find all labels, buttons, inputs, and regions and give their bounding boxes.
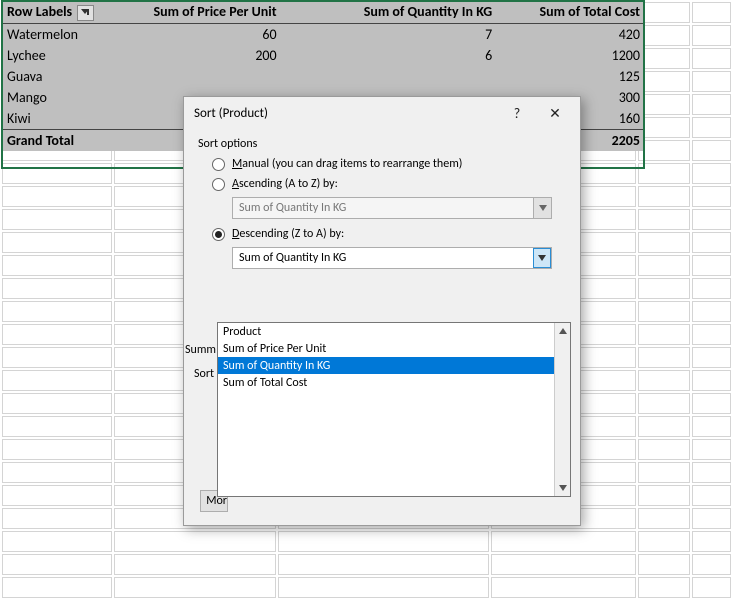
header-total[interactable]: Sum of Total Cost <box>496 1 644 23</box>
sort-label-truncated: Sort <box>194 367 214 381</box>
header-row-labels[interactable]: Row Labels <box>3 1 115 23</box>
chevron-down-icon <box>533 198 551 218</box>
filter-dropdown-icon[interactable] <box>77 5 94 21</box>
dropdown-item[interactable]: Sum of Total Cost <box>218 374 556 391</box>
option-descending[interactable]: Descending (Z to A) by: <box>212 227 566 241</box>
radio-icon <box>212 178 225 191</box>
dialog-titlebar[interactable]: Sort (Product) ? ✕ <box>184 97 580 129</box>
option-manual-label: Manual (you can drag items to rearrange … <box>232 157 462 171</box>
option-ascending[interactable]: Ascending (A to Z) by: <box>212 177 566 191</box>
dialog-title: Sort (Product) <box>194 106 498 121</box>
dropdown-item[interactable]: Sum of Price Per Unit <box>218 340 556 357</box>
scroll-up-icon[interactable] <box>555 323 570 339</box>
header-qty[interactable]: Sum of Quantity In KG <box>281 1 497 23</box>
option-ascending-label: Ascending (A to Z) by: <box>232 177 338 191</box>
close-button[interactable]: ✕ <box>536 99 574 127</box>
dropdown-item[interactable]: Sum of Quantity In KG <box>218 357 556 374</box>
table-row: Lychee20061200 <box>3 45 644 66</box>
header-price[interactable]: Sum of Price Per Unit <box>115 1 281 23</box>
summary-label-truncated: Summ <box>185 343 216 357</box>
dropdown-item[interactable]: Product <box>218 323 556 340</box>
radio-icon <box>212 228 225 241</box>
table-row: Watermelon607420 <box>3 23 644 45</box>
descending-field-combo[interactable]: Sum of Quantity In KG <box>232 247 552 269</box>
radio-icon <box>212 158 225 171</box>
sort-options-label: Sort options <box>198 137 566 151</box>
scrollbar[interactable] <box>554 323 570 496</box>
option-descending-label: Descending (Z to A) by: <box>232 227 344 241</box>
scroll-down-icon[interactable] <box>555 480 570 496</box>
help-button[interactable]: ? <box>498 99 536 127</box>
descending-field-dropdown[interactable]: Product Sum of Price Per Unit Sum of Qua… <box>217 322 571 497</box>
chevron-down-icon[interactable] <box>533 248 551 268</box>
table-row: Guava125 <box>3 66 644 87</box>
option-manual[interactable]: Manual (you can drag items to rearrange … <box>212 157 566 171</box>
ascending-field-combo: Sum of Quantity In KG <box>232 197 552 219</box>
